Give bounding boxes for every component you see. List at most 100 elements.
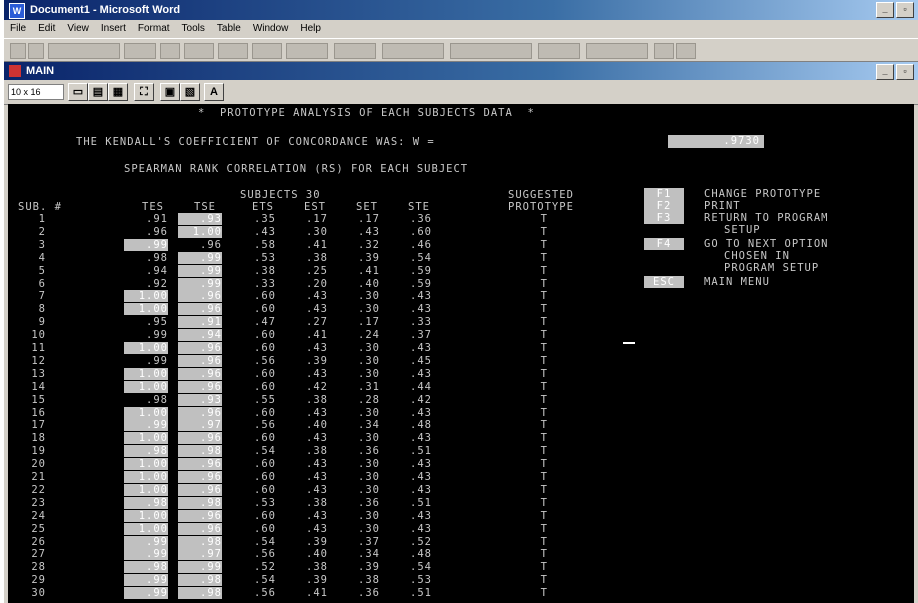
col-header-tes: TES bbox=[142, 201, 164, 213]
sort-descending-icon[interactable] bbox=[676, 43, 696, 59]
line-weight-dropdown[interactable] bbox=[124, 43, 156, 59]
title-bar[interactable]: W Document1 - Microsoft Word _ ▫ bbox=[4, 0, 918, 20]
prototype-label: PROTOTYPE bbox=[508, 201, 574, 213]
main-minimize-button[interactable]: _ bbox=[876, 64, 894, 80]
set-value: .36 bbox=[358, 496, 380, 509]
menu-format[interactable]: Format bbox=[138, 20, 170, 38]
ets-value: .60 bbox=[254, 471, 276, 483]
eraser-icon[interactable] bbox=[28, 43, 44, 59]
tse-value: .96 bbox=[178, 471, 222, 483]
fullscreen-icon[interactable]: ⛶ bbox=[134, 83, 154, 101]
prototype-value: T bbox=[540, 483, 548, 496]
prototype-value: T bbox=[540, 393, 548, 406]
minimize-button[interactable]: _ bbox=[876, 2, 894, 18]
menu-tools[interactable]: Tools bbox=[182, 20, 205, 38]
menu-file[interactable]: File bbox=[10, 20, 26, 38]
f2-key[interactable]: F2 bbox=[644, 200, 684, 212]
set-value: .39 bbox=[358, 251, 380, 264]
main-maximize-button[interactable]: ▫ bbox=[896, 64, 914, 80]
set-value: .36 bbox=[358, 587, 380, 600]
ets-value: .56 bbox=[254, 548, 276, 561]
font-size-select[interactable]: 10 x 16 bbox=[8, 84, 64, 100]
sort-ascending-icon[interactable] bbox=[654, 43, 674, 59]
word-icon[interactable]: W bbox=[9, 3, 25, 19]
set-value: .30 bbox=[358, 522, 380, 535]
esc-key[interactable]: ESC bbox=[644, 276, 684, 288]
border-color-icon[interactable] bbox=[160, 43, 180, 59]
ets-value: .60 bbox=[254, 380, 276, 393]
est-value: .43 bbox=[306, 303, 328, 316]
maximize-button[interactable]: ▫ bbox=[896, 2, 914, 18]
ste-value: .43 bbox=[410, 483, 432, 496]
merge-cells-icon[interactable] bbox=[286, 43, 328, 59]
sub-number: 17 bbox=[31, 419, 46, 432]
col-header-est: EST bbox=[304, 201, 326, 213]
font-icon[interactable]: A bbox=[204, 83, 224, 101]
menu-help[interactable]: Help bbox=[300, 20, 321, 38]
set-value: .30 bbox=[358, 471, 380, 483]
paste-icon[interactable]: ▦ bbox=[108, 83, 128, 101]
properties-icon[interactable]: ▣ bbox=[160, 83, 180, 101]
autoformat-icon[interactable] bbox=[450, 43, 532, 59]
prototype-value: T bbox=[540, 225, 548, 238]
sub-number: 11 bbox=[31, 342, 46, 354]
tse-value: .96 bbox=[178, 458, 222, 471]
pencil-icon[interactable] bbox=[10, 43, 26, 59]
prototype-value: T bbox=[540, 277, 548, 290]
sub-number: 9 bbox=[38, 316, 46, 329]
align-icon[interactable] bbox=[334, 43, 376, 59]
set-value: .30 bbox=[358, 290, 380, 303]
est-value: .43 bbox=[306, 290, 328, 303]
main-window-title-bar[interactable]: MAIN _ ▫ bbox=[4, 62, 918, 80]
tes-value: .95 bbox=[146, 316, 168, 329]
shading-icon[interactable] bbox=[218, 43, 248, 59]
prototype-value: T bbox=[540, 367, 548, 380]
distribute-icon[interactable] bbox=[382, 43, 444, 59]
set-value: .17 bbox=[358, 213, 380, 225]
prototype-value: T bbox=[540, 561, 548, 574]
prototype-value: T bbox=[540, 316, 548, 329]
sub-number: 19 bbox=[31, 445, 46, 458]
drawing-toolbar bbox=[4, 38, 918, 62]
est-value: .38 bbox=[306, 445, 328, 458]
suggested-label: SUGGESTED bbox=[508, 189, 574, 201]
f3-key[interactable]: F3 bbox=[644, 212, 684, 224]
est-value: .38 bbox=[306, 496, 328, 509]
ste-value: .59 bbox=[410, 277, 432, 290]
tse-value: .93 bbox=[178, 213, 222, 225]
set-value: .30 bbox=[358, 367, 380, 380]
prototype-value: T bbox=[540, 342, 548, 354]
f3-label: RETURN TO PROGRAM bbox=[704, 212, 829, 224]
ste-value: .43 bbox=[410, 522, 432, 535]
menu-view[interactable]: View bbox=[67, 20, 89, 38]
background-icon[interactable]: ▧ bbox=[180, 83, 200, 101]
mark-icon[interactable]: ▭ bbox=[68, 83, 88, 101]
ets-value: .33 bbox=[254, 277, 276, 290]
ets-value: .60 bbox=[254, 342, 276, 354]
f4-key[interactable]: F4 bbox=[644, 238, 684, 250]
est-value: .43 bbox=[306, 432, 328, 445]
set-value: .34 bbox=[358, 548, 380, 561]
copy-icon[interactable]: ▤ bbox=[88, 83, 108, 101]
line-style-dropdown[interactable] bbox=[48, 43, 120, 59]
menu-window[interactable]: Window bbox=[253, 20, 289, 38]
borders-icon[interactable] bbox=[184, 43, 214, 59]
menu-edit[interactable]: Edit bbox=[38, 20, 55, 38]
f1-key[interactable]: F1 bbox=[644, 188, 684, 200]
ste-value: .54 bbox=[410, 561, 432, 574]
sort-icon[interactable] bbox=[586, 43, 648, 59]
ets-value: .47 bbox=[254, 316, 276, 329]
main-window-icon[interactable] bbox=[9, 65, 21, 77]
text-direction-icon[interactable] bbox=[538, 43, 580, 59]
insert-table-icon[interactable] bbox=[252, 43, 282, 59]
tse-value: .98 bbox=[178, 445, 222, 458]
est-value: .42 bbox=[306, 380, 328, 393]
menu-table[interactable]: Table bbox=[217, 20, 241, 38]
tes-value: 1.00 bbox=[124, 406, 168, 419]
prototype-value: T bbox=[540, 213, 548, 225]
tes-value: .98 bbox=[124, 561, 168, 574]
menu-insert[interactable]: Insert bbox=[101, 20, 126, 38]
ets-value: .35 bbox=[254, 213, 276, 225]
ets-value: .38 bbox=[254, 264, 276, 277]
ets-value: .58 bbox=[254, 238, 276, 251]
